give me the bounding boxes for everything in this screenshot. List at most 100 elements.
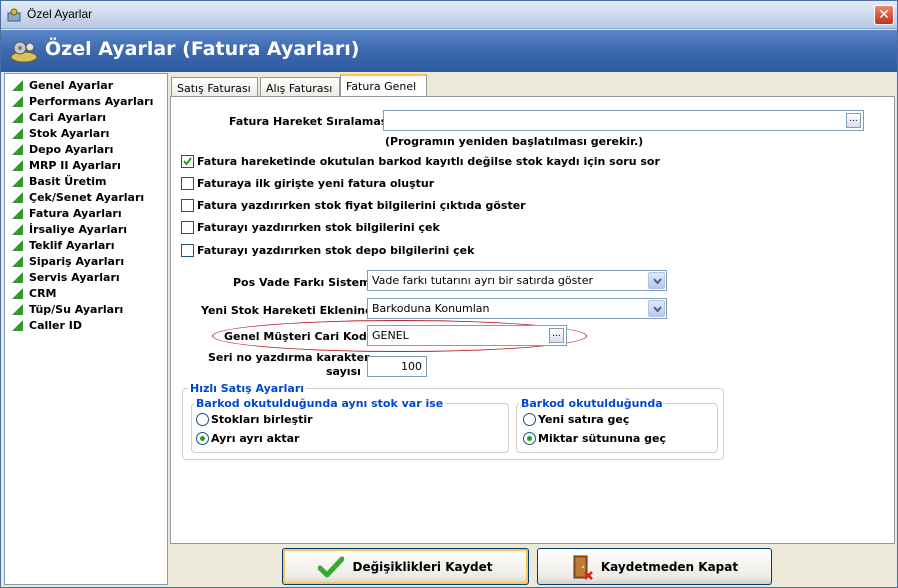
- barkod-group: Barkod okutulduğunda: [516, 397, 718, 453]
- sidebar-item-basit-uretim[interactable]: Basit Üretim: [12, 173, 107, 189]
- sidebar-item-performans[interactable]: Performans Ayarları: [12, 93, 153, 109]
- chevron-down-icon[interactable]: [648, 300, 665, 317]
- sidebar-item-label: MRP II Ayarları: [29, 158, 121, 172]
- header-banner: Özel Ayarlar (Fatura Ayarları): [1, 30, 897, 72]
- sidebar-item-teklif[interactable]: Teklif Ayarları: [12, 237, 115, 253]
- radio-label: Yeni satıra geç: [538, 413, 630, 426]
- sidebar-item-label: Genel Ayarlar: [29, 78, 114, 92]
- sidebar-item-servis[interactable]: Servis Ayarları: [12, 269, 120, 285]
- triangle-icon: [12, 271, 23, 283]
- sidebar-item-depo[interactable]: Depo Ayarları: [12, 141, 113, 157]
- checkbox-label: Faturayı yazdırırken stok bilgilerini çe…: [197, 221, 440, 234]
- radio-label: Ayrı ayrı aktar: [211, 432, 300, 445]
- sidebar-item-cek-senet[interactable]: Çek/Senet Ayarları: [12, 189, 144, 205]
- vade-dropdown-value: Vade farkı tutarını ayrı bir satırda gös…: [372, 274, 593, 287]
- settings-app-icon: [7, 8, 21, 22]
- siralama-field[interactable]: [383, 110, 864, 131]
- sidebar-item-siparis[interactable]: Sipariş Ayarları: [12, 253, 124, 269]
- door-exit-icon: [573, 555, 593, 580]
- stok-hareket-dropdown[interactable]: Barkoduna Konumlan: [367, 298, 667, 319]
- page-title: Özel Ayarlar (Fatura Ayarları): [45, 38, 360, 60]
- sidebar-item-genel[interactable]: Genel Ayarlar: [12, 77, 113, 93]
- radio-row-birlestir[interactable]: Stokları birleştir: [196, 413, 313, 426]
- sidebar-item-caller-id[interactable]: Caller ID: [12, 317, 82, 333]
- save-button[interactable]: Değişiklikleri Kaydet: [282, 548, 529, 585]
- sidebar-item-cari[interactable]: Cari Ayarları: [12, 109, 106, 125]
- sidebar-item-label: Tüp/Su Ayarları: [29, 302, 124, 316]
- title-bar[interactable]: Özel Ayarlar ✕: [1, 1, 897, 29]
- vade-dropdown[interactable]: Vade farkı tutarını ayrı bir satırda gös…: [367, 270, 667, 291]
- checkbox-row-fiyat-goster[interactable]: Fatura yazdırırken stok fiyat bilgilerin…: [181, 199, 526, 212]
- sidebar-item-label: Teklif Ayarları: [29, 238, 115, 252]
- checkbox-fiyat-goster[interactable]: [181, 199, 194, 212]
- stok-hareket-dropdown-value: Barkoduna Konumlan: [372, 302, 490, 315]
- sidebar-item-label: Basit Üretim: [29, 174, 107, 188]
- tab-alis-faturasi[interactable]: Alış Faturası: [260, 77, 340, 98]
- checkbox-row-ilk-giris[interactable]: Faturaya ilk girişte yeni fatura oluştur: [181, 177, 434, 190]
- sidebar-item-tup-su[interactable]: Tüp/Su Ayarları: [12, 301, 123, 317]
- tab-satis-faturasi[interactable]: Satış Faturası: [171, 77, 258, 98]
- stok-hareket-label: Yeni Stok Hareketi Eklenince: [201, 304, 380, 317]
- restart-note: (Programın yeniden başlatılması gerekir.…: [385, 135, 644, 148]
- aynistok-group: Barkod okutulduğunda aynı stok var ise: [191, 397, 509, 453]
- checkbox-stok-bilgi[interactable]: [181, 221, 194, 234]
- close-button[interactable]: ✕: [874, 5, 894, 25]
- triangle-icon: [12, 303, 23, 315]
- seri-no-label-line1: Seri no yazdırma karakter: [208, 351, 370, 364]
- sidebar-item-irsaliye[interactable]: İrsaliye Ayarları: [12, 221, 127, 237]
- checkbox-ilk-giris[interactable]: [181, 177, 194, 190]
- footer-bar: [170, 545, 895, 586]
- radio-miktar[interactable]: [523, 432, 536, 445]
- settings-category-list[interactable]: Genel Ayarlar Performans Ayarları Cari A…: [4, 73, 168, 585]
- sidebar-item-stok[interactable]: Stok Ayarları: [12, 125, 109, 141]
- vade-label: Pos Vade Farkı Sistemi: [233, 276, 375, 289]
- triangle-icon: [12, 287, 23, 299]
- checkbox-label: Fatura hareketinde okutulan barkod kayıt…: [197, 155, 660, 168]
- checkbox-row-barkod-soru[interactable]: Fatura hareketinde okutulan barkod kayıt…: [181, 155, 660, 168]
- triangle-icon: [12, 239, 23, 251]
- close-without-save-button[interactable]: Kaydetmeden Kapat: [537, 548, 772, 585]
- checkbox-row-stok-bilgi[interactable]: Faturayı yazdırırken stok bilgilerini çe…: [181, 221, 440, 234]
- save-button-label: Değişiklikleri Kaydet: [352, 559, 493, 574]
- triangle-icon: [12, 191, 23, 203]
- triangle-icon: [12, 319, 23, 331]
- cari-kodu-ellipsis-button[interactable]: ...: [549, 328, 564, 343]
- radio-row-yeni-satir[interactable]: Yeni satıra geç: [523, 413, 629, 426]
- siralama-ellipsis-button[interactable]: ...: [846, 113, 861, 128]
- checkbox-label: Faturaya ilk girişte yeni fatura oluştur: [197, 177, 435, 190]
- checkbox-row-depo-bilgi[interactable]: Faturayı yazdırırken stok depo bilgileri…: [181, 244, 474, 257]
- seri-no-field[interactable]: 100: [367, 356, 427, 377]
- triangle-icon: [12, 159, 23, 171]
- sidebar-item-label: Caller ID: [29, 318, 82, 332]
- radio-birlestir[interactable]: [196, 413, 209, 426]
- checkmark-icon: [318, 556, 345, 577]
- triangle-icon: [12, 255, 23, 267]
- gear-money-icon: [10, 41, 38, 63]
- sidebar-item-crm[interactable]: CRM: [12, 285, 57, 301]
- hizli-satis-title: Hızlı Satış Ayarları: [188, 382, 307, 395]
- sidebar-item-label: Sipariş Ayarları: [29, 254, 125, 268]
- cari-kodu-field[interactable]: GENEL: [367, 325, 567, 346]
- radio-row-ayri-aktar[interactable]: Ayrı ayrı aktar: [196, 432, 299, 445]
- window-title: Özel Ayarlar: [27, 7, 93, 21]
- sidebar-item-fatura[interactable]: Fatura Ayarları: [12, 205, 122, 221]
- chevron-down-icon[interactable]: [648, 272, 665, 289]
- tab-fatura-genel[interactable]: Fatura Genel: [340, 74, 427, 97]
- radio-yeni-satir[interactable]: [523, 413, 536, 426]
- checkbox-barkod-soru[interactable]: [181, 155, 194, 168]
- checkbox-depo-bilgi[interactable]: [181, 244, 194, 257]
- sidebar-item-label: Performans Ayarları: [29, 94, 154, 108]
- sidebar-item-label: CRM: [29, 286, 57, 300]
- sidebar-item-mrp[interactable]: MRP II Ayarları: [12, 157, 121, 173]
- sidebar-item-label: Stok Ayarları: [29, 126, 110, 140]
- sidebar-item-label: Servis Ayarları: [29, 270, 120, 284]
- seri-no-label-line2: sayısı: [326, 365, 361, 378]
- siralama-label: Fatura Hareket Sıralaması: [229, 115, 392, 128]
- triangle-icon: [12, 127, 23, 139]
- radio-ayri-aktar[interactable]: [196, 432, 209, 445]
- settings-window: Özel Ayarlar ✕ Özel Ayarlar (Fatura Ayar…: [0, 0, 898, 588]
- radio-row-miktar[interactable]: Miktar sütununa geç: [523, 432, 666, 445]
- triangle-icon: [12, 95, 23, 107]
- sidebar-item-label: Fatura Ayarları: [29, 206, 122, 220]
- checkbox-label: Fatura yazdırırken stok fiyat bilgilerin…: [197, 199, 526, 212]
